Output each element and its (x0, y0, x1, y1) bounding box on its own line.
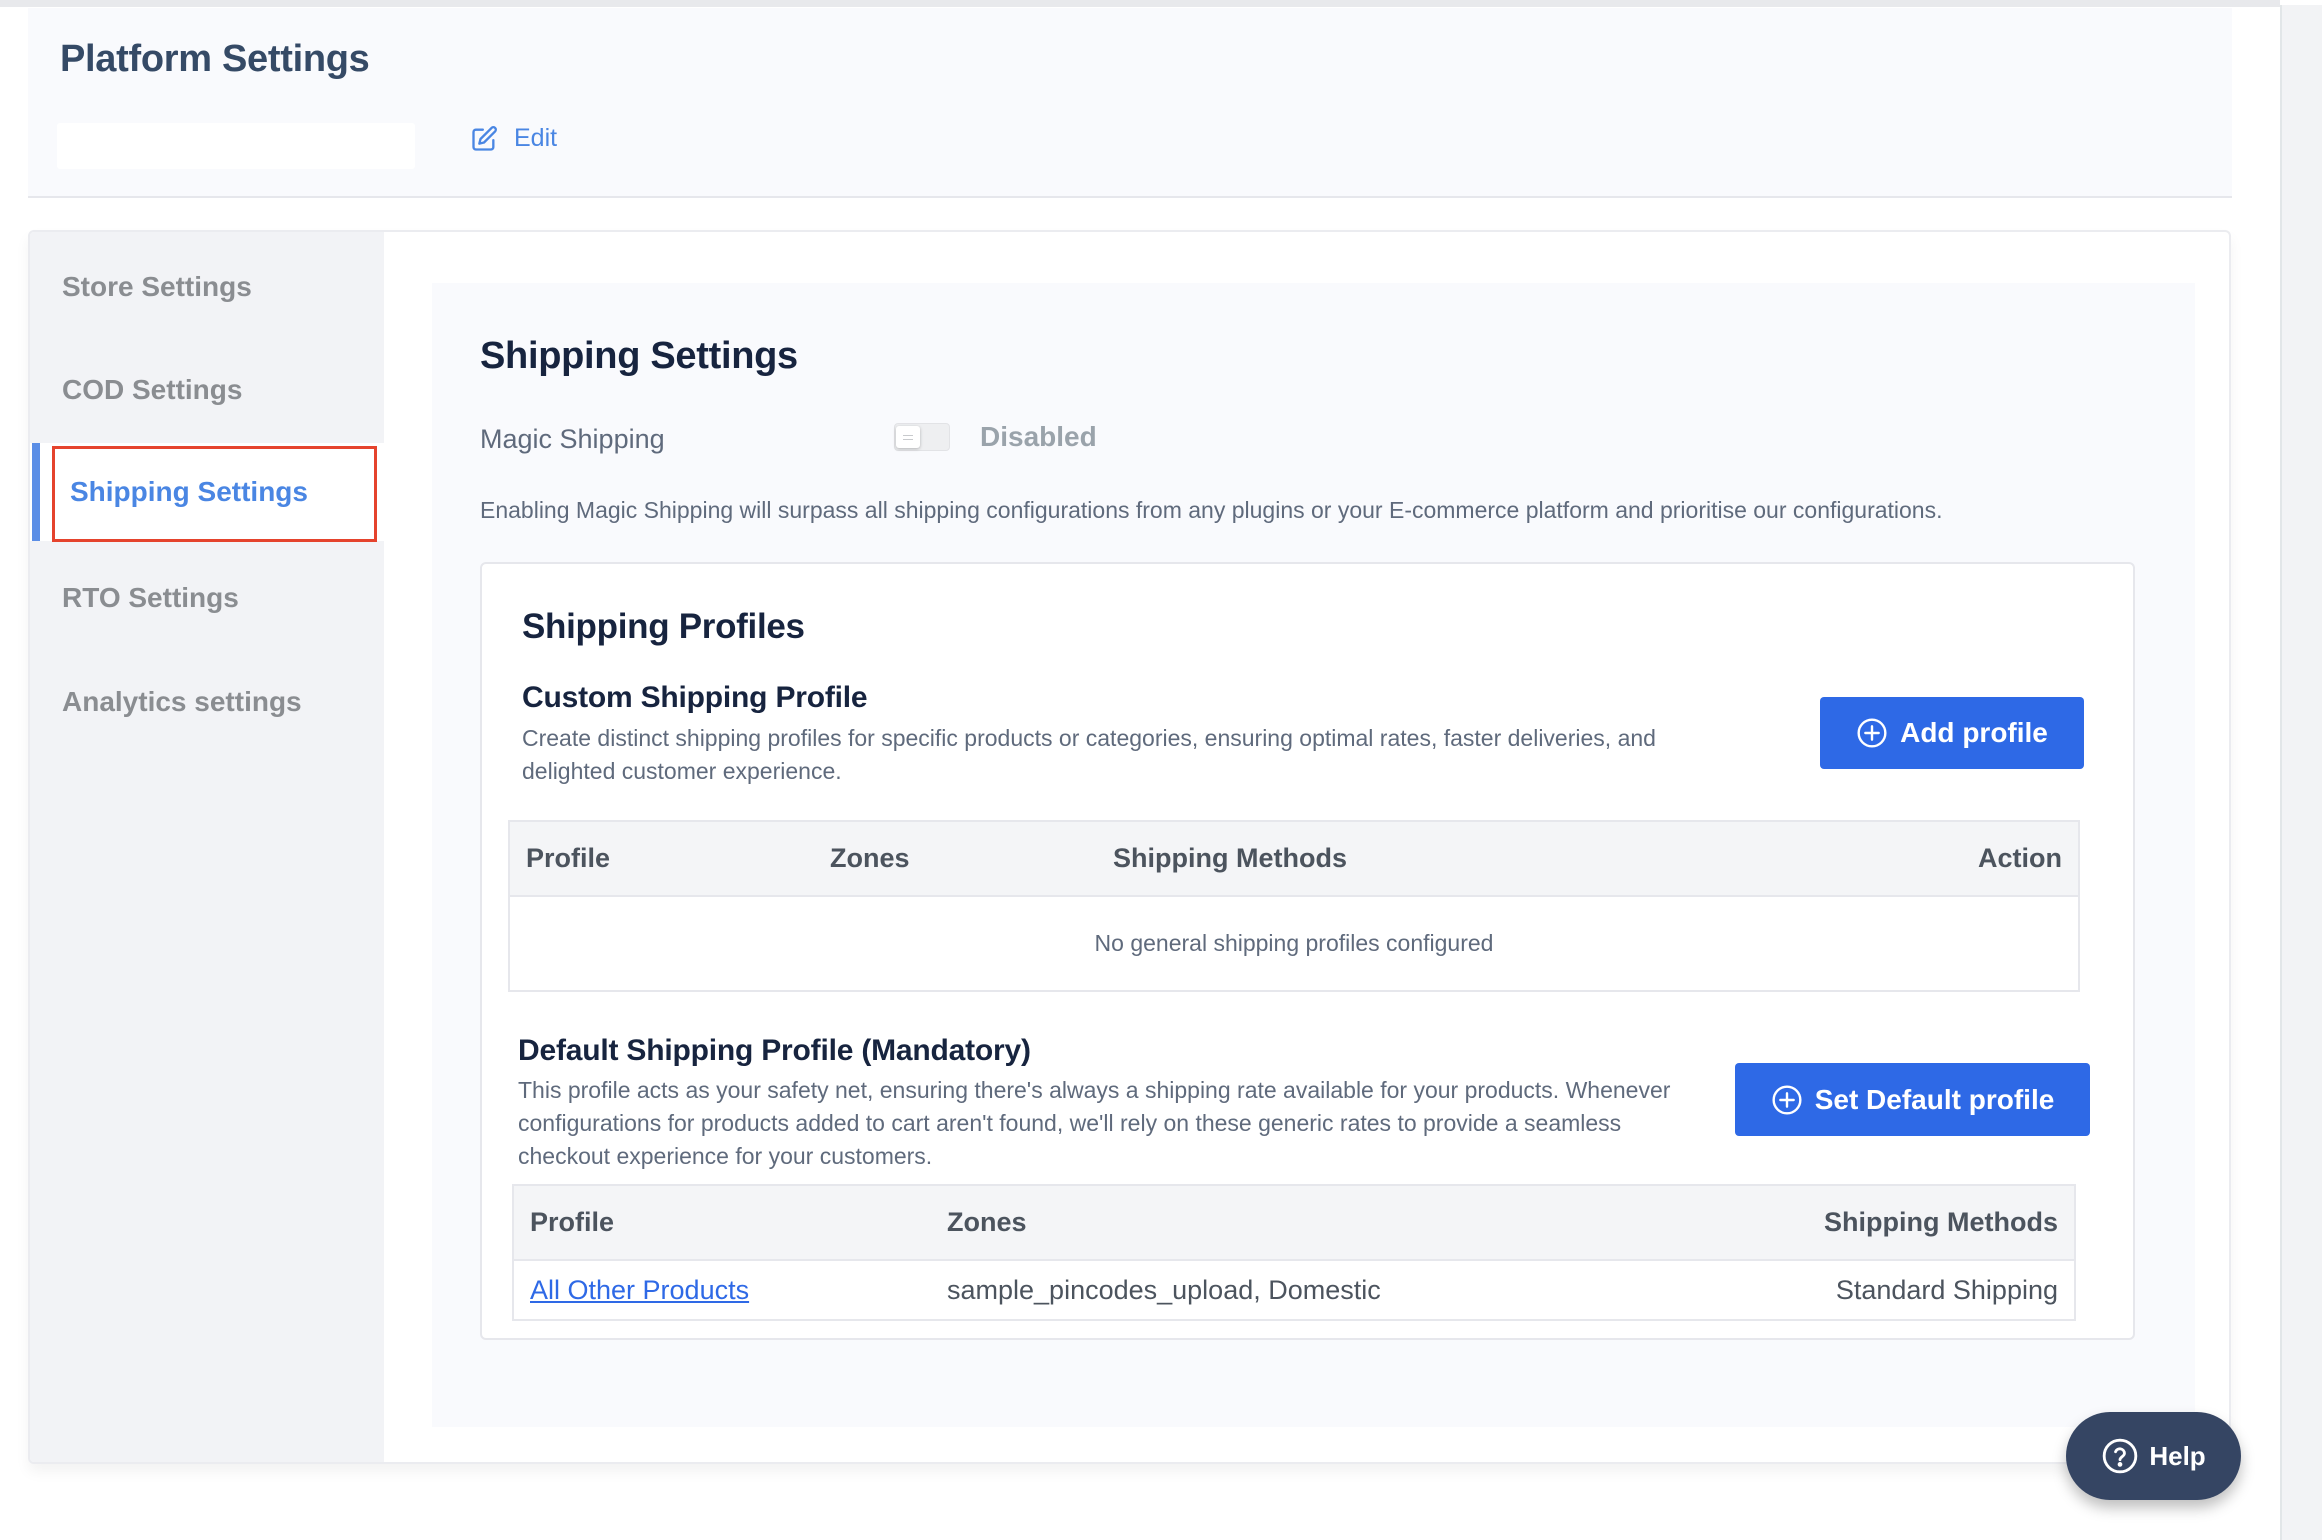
plus-circle-icon (1772, 1084, 1802, 1115)
magic-shipping-status: Disabled (980, 421, 1097, 452)
table-row: All Other Products sample_pincodes_uploa… (513, 1260, 2075, 1320)
plus-circle-icon (1857, 718, 1887, 748)
column-header-profile: Profile (513, 1185, 931, 1261)
add-profile-label: Add profile (1900, 717, 2048, 748)
sidebar-item-cod-settings[interactable]: COD Settings (30, 341, 384, 439)
section-title: Shipping Settings (480, 335, 798, 377)
sidebar-item-label: Analytics settings (62, 686, 302, 717)
table-header-row: Profile Zones Shipping Methods (513, 1185, 2075, 1261)
custom-profile-description: Create distinct shipping profiles for sp… (522, 725, 1656, 784)
help-label: Help (2149, 1440, 2206, 1471)
column-header-zones: Zones (931, 1185, 1659, 1261)
toggle-knob (896, 426, 920, 448)
settings-card: Store Settings COD Settings Shipping Set… (28, 230, 2231, 1464)
edit-label: Edit (514, 124, 558, 152)
magic-shipping-description: Enabling Magic Shipping will surpass all… (480, 497, 1943, 523)
scrollbar-track[interactable] (2280, 5, 2322, 1540)
settings-sidebar: Store Settings COD Settings Shipping Set… (30, 232, 384, 1462)
store-name-field[interactable] (57, 123, 415, 169)
set-default-profile-button[interactable]: Set Default profile (1735, 1063, 2090, 1136)
set-default-profile-label: Set Default profile (1814, 1083, 2055, 1115)
shipping-profiles-box: Shipping Profiles Custom Shipping Profil… (480, 562, 2135, 1340)
table-header-row: Profile Zones Shipping Methods Action (509, 821, 2079, 897)
profile-link[interactable]: All Other Products (530, 1275, 749, 1305)
edit-button[interactable]: Edit (470, 124, 557, 153)
sidebar-item-store-settings[interactable]: Store Settings (30, 238, 384, 336)
column-header-shipping-methods: Shipping Methods (1658, 1185, 2075, 1261)
sidebar-item-rto-settings[interactable]: RTO Settings (30, 549, 384, 647)
zones-cell: sample_pincodes_upload, Domestic (947, 1274, 1381, 1305)
custom-profiles-table: Profile Zones Shipping Methods Action No… (508, 820, 2080, 992)
sidebar-item-label: COD Settings (62, 374, 243, 405)
sidebar-item-label: Store Settings (62, 271, 252, 302)
custom-profile-title: Custom Shipping Profile (522, 681, 868, 714)
magic-shipping-label: Magic Shipping (480, 424, 665, 454)
default-profile-description: This profile acts as your safety net, en… (518, 1077, 1671, 1169)
question-circle-icon (2103, 1438, 2138, 1474)
profile-cell: All Other Products (513, 1260, 931, 1320)
empty-state-text: No general shipping profiles configured (1094, 930, 1494, 956)
column-header-shipping-methods: Shipping Methods (1097, 821, 1779, 897)
magic-shipping-toggle[interactable] (894, 423, 950, 451)
add-profile-button[interactable]: Add profile (1820, 697, 2084, 769)
sidebar-item-label: Shipping Settings (70, 476, 308, 507)
column-header-profile: Profile (509, 821, 814, 897)
sidebar-item-shipping-settings[interactable]: Shipping Settings (30, 443, 384, 542)
top-border (0, 0, 2280, 7)
page-header: Platform Settings Edit (28, 8, 2232, 198)
shipping-profiles-title: Shipping Profiles (522, 607, 805, 646)
sidebar-item-analytics-settings[interactable]: Analytics settings (30, 653, 384, 751)
sidebar-item-label: RTO Settings (62, 582, 239, 613)
edit-icon (472, 125, 497, 151)
shipping-methods-cell: Standard Shipping (1835, 1274, 2058, 1305)
help-button[interactable]: Help (2066, 1412, 2241, 1500)
column-header-action: Action (1779, 821, 2079, 897)
column-header-zones: Zones (814, 821, 1097, 897)
default-profile-table: Profile Zones Shipping Methods All Other… (512, 1184, 2076, 1321)
shipping-settings-panel: Shipping Settings Magic Shipping Disable… (432, 283, 2195, 1427)
empty-row: No general shipping profiles configured (509, 896, 2079, 991)
default-profile-title: Default Shipping Profile (Mandatory) (518, 1034, 1031, 1067)
page-title: Platform Settings (60, 38, 370, 80)
